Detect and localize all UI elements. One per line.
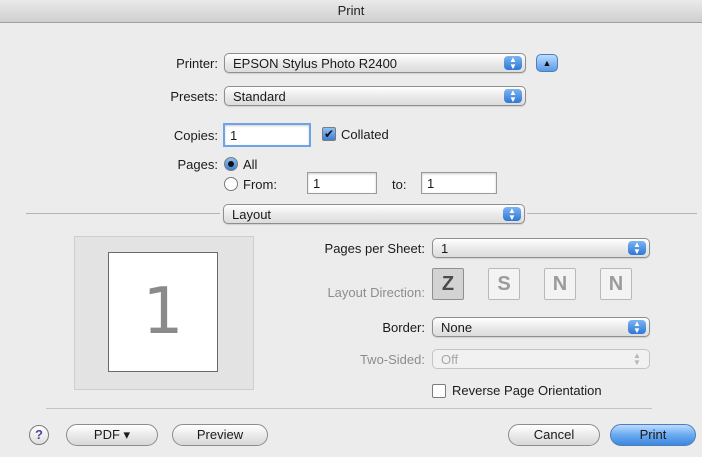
- preview-button[interactable]: Preview: [172, 424, 268, 446]
- layout-direction-s-icon[interactable]: S: [488, 268, 520, 300]
- cancel-button[interactable]: Cancel: [508, 424, 600, 446]
- pages-label: Pages:: [177, 157, 218, 172]
- pages-per-sheet-label: Pages per Sheet:: [324, 241, 425, 256]
- pages-to-value: 1: [427, 176, 435, 191]
- presets-popup[interactable]: Standard ▲ ▼: [224, 86, 526, 106]
- pages-from-radio[interactable]: [224, 177, 238, 191]
- reverse-orientation-label: Reverse Page Orientation: [452, 383, 602, 398]
- pages-from-value: 1: [313, 176, 321, 191]
- up-down-arrows-icon: ▲ ▼: [628, 320, 646, 335]
- section-divider-left: [26, 213, 220, 214]
- layout-direction-z-glyph: Z: [441, 273, 455, 295]
- layout-direction-z-icon[interactable]: Z: [432, 268, 464, 300]
- print-button-label: Print: [639, 427, 667, 442]
- pdf-button-label: PDF ▾: [93, 427, 131, 442]
- two-sided-value: Off: [441, 352, 459, 367]
- print-button[interactable]: Print: [610, 424, 696, 446]
- pages-per-sheet-popup[interactable]: 1 ▲ ▼: [432, 238, 650, 258]
- help-icon: ?: [35, 427, 43, 442]
- bottom-divider: [46, 408, 652, 409]
- pages-to-label: to:: [392, 177, 407, 192]
- check-icon: ✔: [323, 127, 335, 141]
- border-label: Border:: [382, 320, 425, 335]
- window-titlebar: Print: [0, 0, 702, 23]
- presets-value: Standard: [233, 89, 286, 104]
- up-down-arrows-icon: ▲ ▼: [628, 241, 646, 256]
- copies-label: Copies:: [173, 128, 218, 143]
- collated-label: Collated: [341, 127, 389, 142]
- pages-per-sheet-value: 1: [441, 241, 449, 256]
- layout-direction-n-icon[interactable]: N: [544, 268, 576, 300]
- pages-to-field[interactable]: 1: [421, 172, 497, 194]
- help-button[interactable]: ?: [29, 425, 49, 445]
- layout-direction-n-glyph: N: [552, 273, 568, 295]
- layout-direction-reverse-n-icon[interactable]: N: [600, 268, 632, 300]
- up-down-arrows-icon: ▲ ▼: [504, 89, 522, 104]
- window-title: Print: [337, 3, 365, 18]
- copies-field[interactable]: 1: [223, 123, 311, 147]
- layout-direction-label: Layout Direction:: [327, 285, 425, 300]
- pdf-button[interactable]: PDF ▾: [66, 424, 158, 446]
- disclosure-toggle-button[interactable]: ▲: [536, 54, 558, 72]
- page-preview-number: 1: [142, 275, 184, 349]
- page-preview: 1: [108, 252, 218, 372]
- pages-all-radio[interactable]: [224, 157, 238, 171]
- up-down-arrows-icon: ▲ ▼: [503, 207, 521, 222]
- section-value: Layout: [232, 207, 272, 222]
- layout-direction-s-glyph: S: [497, 273, 511, 295]
- pages-from-field[interactable]: 1: [307, 172, 377, 194]
- reverse-orientation-checkbox[interactable]: [432, 384, 446, 398]
- up-down-arrows-icon: ▲ ▼: [504, 56, 522, 71]
- border-popup[interactable]: None ▲ ▼: [432, 317, 650, 337]
- pages-all-label: All: [243, 157, 258, 172]
- collated-checkbox[interactable]: ✔: [322, 127, 336, 141]
- border-value: None: [441, 320, 473, 335]
- pages-from-label: From:: [243, 177, 277, 192]
- up-down-arrows-icon: ▲ ▼: [633, 351, 641, 367]
- cancel-button-label: Cancel: [533, 427, 575, 442]
- printer-label: Printer:: [176, 56, 218, 71]
- preview-button-label: Preview: [196, 427, 244, 442]
- copies-value: 1: [230, 128, 238, 143]
- two-sided-label: Two-Sided:: [359, 352, 425, 367]
- section-popup[interactable]: Layout ▲ ▼: [223, 204, 525, 224]
- presets-label: Presets:: [170, 89, 218, 104]
- two-sided-popup[interactable]: Off ▲ ▼: [432, 349, 650, 369]
- section-divider-right: [527, 213, 697, 214]
- printer-popup[interactable]: EPSON Stylus Photo R2400 ▲ ▼: [224, 53, 526, 73]
- layout-direction-reverse-n-glyph: N: [608, 273, 624, 295]
- printer-value: EPSON Stylus Photo R2400: [233, 56, 398, 71]
- disclosure-triangle-icon: ▲: [542, 58, 552, 68]
